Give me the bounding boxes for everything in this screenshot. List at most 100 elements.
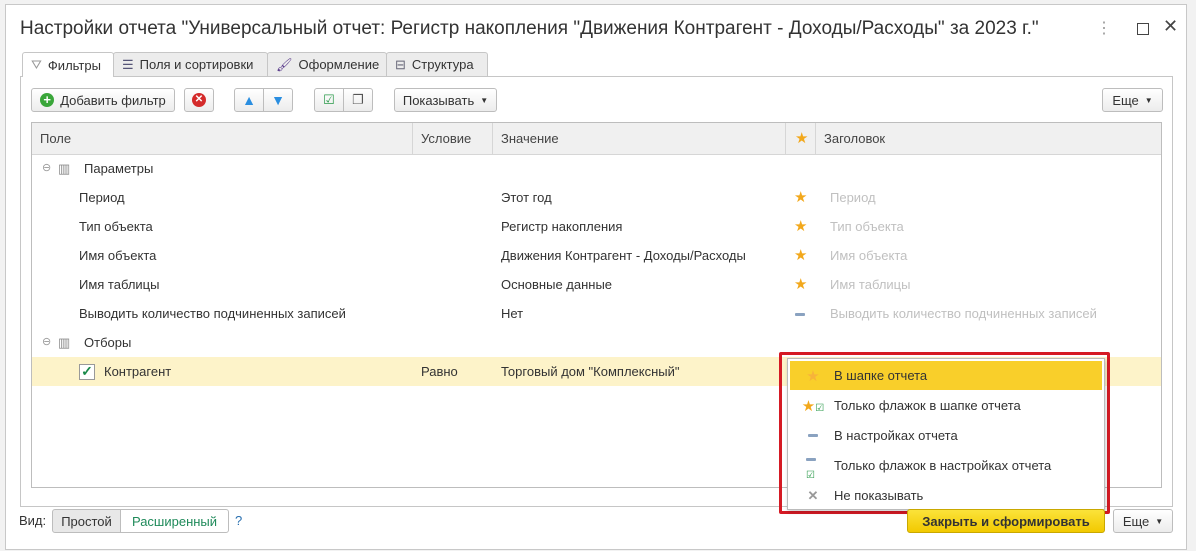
tab-structure[interactable]: ⊟ Структура — [386, 52, 488, 76]
field-cell: Период — [79, 190, 125, 205]
tab-filters[interactable]: ⛛ Фильтры — [22, 52, 114, 77]
menu-item[interactable]: ★☑ Только флажок в шапке отчета — [790, 391, 1102, 420]
uncheck-all-button[interactable]: ❐ — [343, 88, 373, 112]
help-link[interactable]: ? — [235, 513, 242, 528]
chevron-down-icon: ▼ — [1144, 95, 1153, 105]
star-icon[interactable]: ★ — [794, 241, 807, 270]
tab-appearance[interactable]: 🖌 Оформление — [267, 52, 387, 76]
group-row[interactable]: ⊖ ▥ Параметры — [32, 154, 1161, 183]
menu-item[interactable]: В настройках отчета — [790, 421, 1102, 450]
table-row[interactable]: Имя таблицы Основные данные ★ Имя таблицы — [32, 270, 1161, 299]
field-cell: Имя таблицы — [79, 277, 160, 292]
menu-item[interactable]: ☑ Только флажок в настройках отчета — [790, 451, 1102, 481]
table-row[interactable]: Выводить количество подчиненных записей Н… — [32, 299, 1161, 328]
value-cell[interactable]: Движения Контрагент - Доходы/Расходы — [501, 241, 746, 270]
star-icon[interactable]: ★ — [794, 270, 807, 299]
uncheck-all-icon: ❐ — [352, 92, 364, 107]
display-mode-menu: ★ В шапке отчета ★☑ Только флажок в шапке о… — [787, 358, 1105, 510]
menu-item-label: Не показывать — [834, 488, 924, 503]
close-generate-label: Закрыть и сформировать — [922, 513, 1090, 529]
star-icon: ★ — [806, 367, 820, 385]
value-cell[interactable]: Этот год — [501, 183, 552, 212]
delete-button[interactable]: ✕ — [184, 88, 214, 112]
add-filter-button[interactable]: + Добавить фильтр — [31, 88, 175, 112]
column-header-field[interactable]: Поле — [32, 123, 413, 154]
move-up-button[interactable]: ▲ — [234, 88, 264, 112]
view-simple-button[interactable]: Простой — [52, 509, 121, 533]
value-cell[interactable]: Нет — [501, 299, 523, 328]
footer-more-button[interactable]: Еще ▼ — [1113, 509, 1173, 533]
menu-item[interactable]: ★ В шапке отчета — [790, 361, 1102, 390]
star-icon[interactable]: ★ — [786, 123, 816, 154]
brush-icon: 🖌 — [276, 56, 293, 72]
condition-cell[interactable]: Равно — [421, 357, 458, 386]
view-extended-button[interactable]: Расширенный — [120, 509, 229, 533]
table-row[interactable]: Период Этот год ★ Период — [32, 183, 1161, 212]
chevron-down-icon: ▼ — [1155, 516, 1164, 526]
close-icon[interactable]: ✕ — [1163, 16, 1178, 37]
window-title: Настройки отчета "Универсальный отчет: Р… — [20, 18, 1039, 39]
star-icon[interactable]: ★ — [794, 212, 807, 241]
dash-check-icon: ☑ — [806, 451, 820, 481]
more-vert-icon[interactable]: ⋮ — [1096, 18, 1112, 38]
check-all-icon: ☑ — [323, 92, 335, 107]
menu-item-label: Только флажок в шапке отчета — [834, 398, 1021, 413]
field-cell: Тип объекта — [79, 219, 153, 234]
arrow-up-icon: ▲ — [242, 92, 256, 108]
funnel-icon: ⛛ — [31, 57, 42, 72]
collapse-icon[interactable]: ⊖ — [42, 154, 51, 183]
footer-more-label: Еще — [1122, 513, 1150, 529]
show-label: Показывать — [402, 92, 475, 108]
field-cell: Имя объекта — [79, 248, 157, 263]
group-label: Отборы — [84, 335, 132, 350]
menu-item-label: Только флажок в настройках отчета — [834, 458, 1052, 473]
tab-label: Структура — [411, 57, 474, 72]
title-cell[interactable]: Имя объекта — [830, 241, 907, 270]
menu-item[interactable]: ✕ Не показывать — [790, 481, 1102, 510]
chevron-down-icon: ▼ — [480, 95, 489, 105]
value-cell[interactable]: Торговый дом "Комплексный" — [501, 357, 680, 386]
tab-label: Фильтры — [47, 57, 101, 73]
dash-icon — [806, 434, 820, 437]
more-button[interactable]: Еще ▼ — [1102, 88, 1163, 112]
move-down-button[interactable]: ▼ — [263, 88, 293, 112]
add-filter-label: Добавить фильтр — [60, 92, 166, 108]
view-label: Вид: — [19, 513, 47, 528]
filter-group-icon: ▥ — [58, 335, 71, 350]
table-row[interactable]: Тип объекта Регистр накопления ★ Тип объект… — [32, 212, 1161, 241]
table-row[interactable]: Имя объекта Движения Контрагент - Доходы/… — [32, 241, 1161, 270]
structure-icon: ⊟ — [395, 56, 406, 72]
cross-icon: ✕ — [807, 487, 819, 503]
extended-label: Расширенный — [131, 513, 218, 529]
tab-label: Поля и сортировки — [139, 57, 254, 72]
sort-icon: ☰ — [122, 56, 134, 72]
title-cell[interactable]: Тип объекта — [830, 212, 904, 241]
delete-icon: ✕ — [192, 93, 206, 107]
table-header: Поле Условие Значение ★ Заголовок — [32, 123, 1161, 155]
checkbox[interactable]: ✓ — [79, 364, 95, 380]
field-cell: Выводить количество подчиненных записей — [79, 306, 346, 321]
title-cell[interactable]: Выводить количество подчиненных записей — [830, 299, 1097, 328]
star-icon[interactable]: ★ — [794, 183, 807, 212]
menu-item-label: В настройках отчета — [834, 428, 958, 443]
collapse-icon[interactable]: ⊖ — [42, 328, 51, 357]
column-header-title[interactable]: Заголовок — [816, 123, 1162, 154]
column-header-value[interactable]: Значение — [493, 123, 786, 154]
tab-fields-sort[interactable]: ☰ Поля и сортировки — [113, 52, 268, 76]
maximize-icon[interactable] — [1137, 23, 1149, 35]
menu-item-label: В шапке отчета — [834, 368, 928, 383]
more-label: Еще — [1112, 92, 1139, 108]
value-cell[interactable]: Регистр накопления — [501, 212, 622, 241]
column-header-condition[interactable]: Условие — [413, 123, 493, 154]
title-cell[interactable]: Период — [830, 183, 876, 212]
close-and-generate-button[interactable]: Закрыть и сформировать — [907, 509, 1105, 533]
tab-label: Оформление — [298, 57, 380, 72]
dash-icon[interactable] — [795, 299, 805, 328]
title-cell[interactable]: Имя таблицы — [830, 270, 910, 299]
check-all-button[interactable]: ☑ — [314, 88, 344, 112]
value-cell[interactable]: Основные данные — [501, 270, 612, 299]
show-dropdown-button[interactable]: Показывать ▼ — [394, 88, 497, 112]
group-label: Параметры — [84, 161, 154, 176]
simple-label: Простой — [61, 513, 112, 529]
parameters-icon: ▥ — [58, 161, 71, 176]
